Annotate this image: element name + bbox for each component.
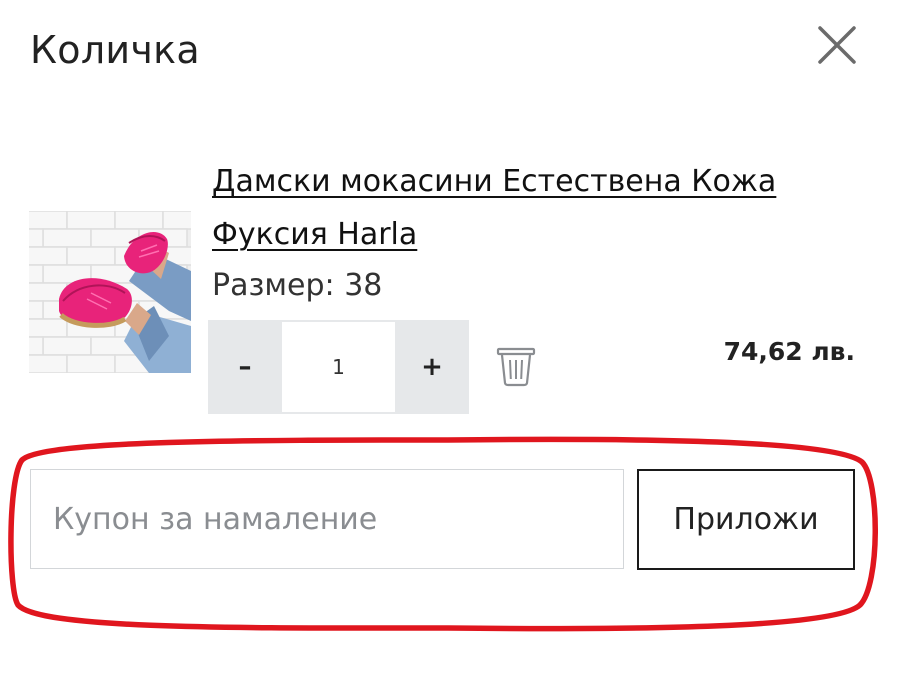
item-price: 74,62 лв. (723, 337, 855, 366)
product-photo (29, 211, 191, 373)
close-button[interactable] (812, 20, 862, 70)
apply-coupon-button[interactable]: Приложи (637, 469, 855, 570)
trash-icon (496, 347, 536, 387)
decrease-quantity-button[interactable]: – (208, 320, 282, 414)
quantity-input[interactable]: 1 (282, 320, 395, 414)
cart-panel: Количка Дамски мокасини Естествена Кожа … (0, 0, 900, 686)
close-icon (818, 26, 856, 64)
increase-quantity-button[interactable]: + (395, 320, 469, 414)
cart-title: Количка (30, 28, 201, 72)
remove-item-button[interactable] (496, 345, 536, 387)
quantity-stepper: – 1 + (208, 320, 469, 414)
product-size: Размер: 38 (212, 268, 383, 303)
product-title-link[interactable]: Дамски мокасини Естествена Кожа Фуксия H… (212, 155, 792, 261)
coupon-input[interactable] (30, 469, 624, 569)
product-image[interactable] (29, 211, 191, 373)
